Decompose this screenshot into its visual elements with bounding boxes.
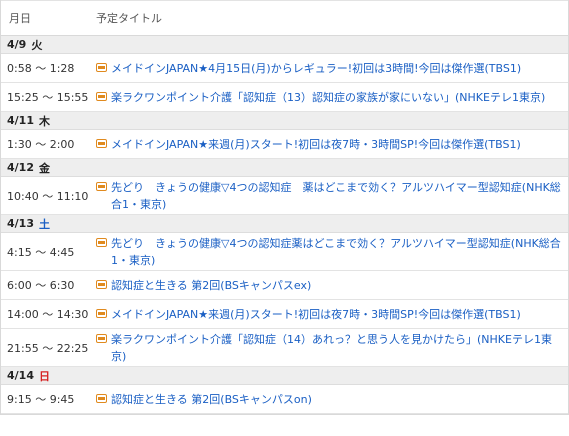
program-title-link[interactable]: 楽ラクワンポイント介護「認知症（13）認知症の家族が家にいない」(NHKEテレ1… — [111, 89, 545, 106]
program-title-link[interactable]: 楽ラクワンポイント介護「認知症（14）あれっ？と思う人を見かけたら」(NHKEテ… — [111, 331, 562, 365]
tv-icon — [96, 308, 107, 318]
table-header: 月日 予定タイトル — [1, 0, 568, 36]
program-title-link[interactable]: 先どり きょうの健康▽4つの認知症薬はどこまで効く？アルツハイマー型認知症(NH… — [111, 235, 562, 269]
program-row: 14:00 ～ 14:30 メイドインJAPAN★来週(月)スタート!初回は夜7時… — [1, 300, 568, 329]
day-header: 4/13 土 — [1, 215, 568, 233]
program-title-cell: メイドインJAPAN★来週(月)スタート!初回は夜7時・3時間SP!今回は傑作選… — [96, 306, 568, 323]
tv-icon — [96, 91, 107, 101]
program-title-link[interactable]: 認知症と生きる 第2回(BSキャンパスon) — [111, 391, 312, 408]
program-title-cell: メイドインJAPAN★4月15日(月)からレギュラー!初回は3時間!今回は傑作選… — [96, 60, 568, 77]
program-title-link[interactable]: メイドインJAPAN★来週(月)スタート!初回は夜7時・3時間SP!今回は傑作選… — [111, 136, 521, 153]
day-weekday: 木 — [38, 114, 50, 128]
program-row: 0:58 ～ 1:28 メイドインJAPAN★4月15日(月)からレギュラー!初回… — [1, 54, 568, 83]
day-header: 4/12 金 — [1, 159, 568, 177]
program-time: 14:00 ～ 14:30 — [7, 308, 89, 321]
program-row: 21:55 ～ 22:25 楽ラクワンポイント介護「認知症（14）あれっ？と思う人… — [1, 329, 568, 367]
program-title-link[interactable]: メイドインJAPAN★4月15日(月)からレギュラー!初回は3時間!今回は傑作選… — [111, 60, 521, 77]
program-row: 6:00 ～ 6:30 認知症と生きる 第2回(BSキャンパスex) — [1, 271, 568, 300]
program-title-cell: メイドインJAPAN★来週(月)スタート!初回は夜7時・3時間SP!今回は傑作選… — [96, 136, 568, 153]
tv-icon — [96, 333, 107, 343]
tv-icon — [96, 62, 107, 72]
header-date: 月日 — [9, 12, 31, 25]
day-weekday: 土 — [38, 217, 50, 231]
program-time: 21:55 ～ 22:25 — [7, 341, 89, 355]
program-title-cell: 認知症と生きる 第2回(BSキャンパスex) — [96, 277, 568, 294]
program-title-cell: 先どり きょうの健康▽4つの認知症 薬はどこまで効く？アルツハイマー型認知症(N… — [96, 179, 568, 213]
program-title-cell: 楽ラクワンポイント介護「認知症（13）認知症の家族が家にいない」(NHKEテレ1… — [96, 89, 568, 106]
program-title-cell: 先どり きょうの健康▽4つの認知症薬はどこまで効く？アルツハイマー型認知症(NH… — [96, 235, 568, 269]
program-title-link[interactable]: 先どり きょうの健康▽4つの認知症 薬はどこまで効く？アルツハイマー型認知症(N… — [111, 179, 562, 213]
tv-icon — [96, 138, 107, 148]
schedule-table: 月日 予定タイトル 4/9 火 0:58 ～ 1:28 メイドインJAPAN★4月15… — [0, 0, 569, 415]
program-row: 9:15 ～ 9:45 認知症と生きる 第2回(BSキャンパスon) — [1, 385, 568, 414]
program-time: 6:00 ～ 6:30 — [7, 279, 75, 292]
day-weekday: 日 — [38, 369, 50, 383]
program-time: 1:30 ～ 2:00 — [7, 138, 75, 151]
program-time: 4:15 ～ 4:45 — [7, 245, 75, 259]
day-date: 4/12 — [7, 161, 34, 174]
program-time: 0:58 ～ 1:28 — [7, 62, 75, 75]
program-title-cell: 楽ラクワンポイント介護「認知症（14）あれっ？と思う人を見かけたら」(NHKEテ… — [96, 331, 568, 365]
program-row: 1:30 ～ 2:00 メイドインJAPAN★来週(月)スタート!初回は夜7時・3… — [1, 130, 568, 159]
day-date: 4/11 — [7, 114, 34, 127]
program-time: 10:40 ～ 11:10 — [7, 189, 89, 203]
day-date: 4/14 — [7, 369, 34, 382]
day-date: 4/9 — [7, 38, 27, 51]
day-weekday: 金 — [38, 161, 50, 175]
program-row: 4:15 ～ 4:45 先どり きょうの健康▽4つの認知症薬はどこまで効く？アルツ… — [1, 233, 568, 271]
schedule-rows: 4/9 火 0:58 ～ 1:28 メイドインJAPAN★4月15日(月)からレギュラ… — [1, 36, 568, 414]
tv-icon — [96, 279, 107, 289]
program-time: 9:15 ～ 9:45 — [7, 393, 75, 406]
program-title-link[interactable]: メイドインJAPAN★来週(月)スタート!初回は夜7時・3時間SP!今回は傑作選… — [111, 306, 521, 323]
tv-icon — [96, 393, 107, 403]
program-time: 15:25 ～ 15:55 — [7, 91, 89, 104]
day-header: 4/11 木 — [1, 112, 568, 130]
day-date: 4/13 — [7, 217, 34, 230]
program-row: 10:40 ～ 11:10 先どり きょうの健康▽4つの認知症 薬はどこまで効く？… — [1, 177, 568, 215]
day-header: 4/14 日 — [1, 367, 568, 385]
tv-icon — [96, 237, 107, 247]
program-title-cell: 認知症と生きる 第2回(BSキャンパスon) — [96, 391, 568, 408]
day-weekday: 火 — [31, 38, 43, 52]
program-title-link[interactable]: 認知症と生きる 第2回(BSキャンパスex) — [111, 277, 311, 294]
day-header: 4/9 火 — [1, 36, 568, 54]
header-title: 予定タイトル — [96, 12, 162, 25]
program-row: 15:25 ～ 15:55 楽ラクワンポイント介護「認知症（13）認知症の家族が家… — [1, 83, 568, 112]
tv-icon — [96, 181, 107, 191]
